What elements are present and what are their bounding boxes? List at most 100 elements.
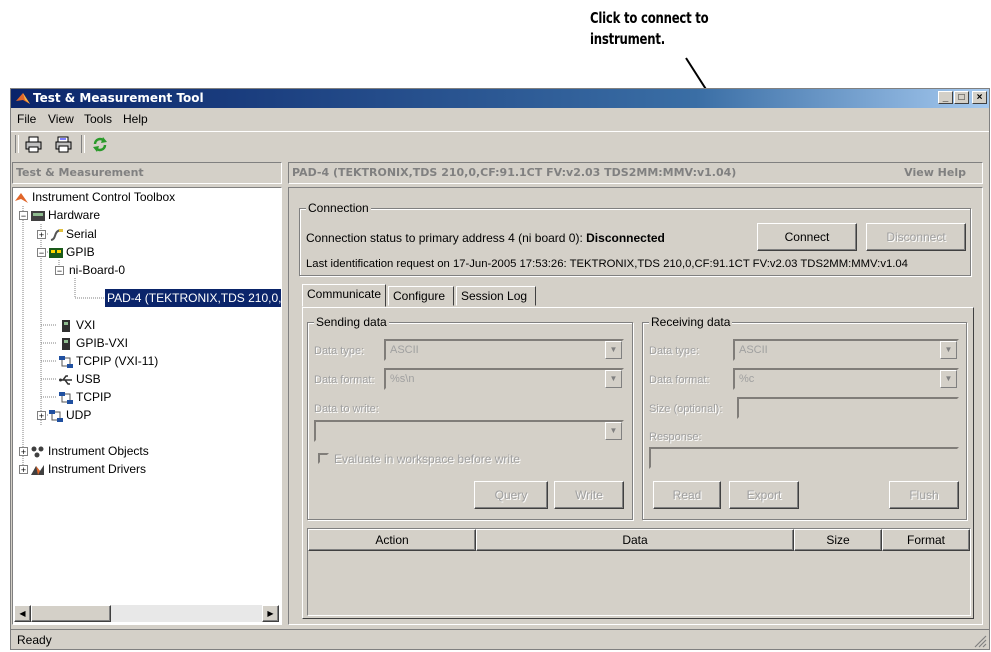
- tree-item-ni-board-0[interactable]: ni-Board-0: [69, 261, 125, 279]
- tree-item-gpib[interactable]: GPIB: [49, 243, 95, 261]
- view-help-link[interactable]: View Help: [904, 163, 966, 183]
- title-bar[interactable]: Test & Measurement Tool _ □ ×: [11, 89, 989, 108]
- tree-label: ni-Board-0: [69, 263, 126, 277]
- connect-button[interactable]: Connect: [757, 223, 857, 251]
- evaluate-checkbox-label: Evaluate in workspace before write: [334, 452, 521, 466]
- data-to-write-label: Data to write:: [314, 403, 379, 415]
- tree-item-usb[interactable]: USB: [59, 370, 101, 388]
- evaluate-checkbox[interactable]: [318, 453, 329, 464]
- export-button[interactable]: Export: [729, 481, 799, 509]
- sending-data-title: Sending data: [314, 315, 389, 329]
- resize-grip-icon[interactable]: [974, 635, 987, 648]
- query-button[interactable]: Query: [474, 481, 548, 509]
- scroll-left-button[interactable]: ◀: [14, 605, 31, 622]
- receiving-data-group: Receiving data Data type: ASCII ▼ Data fo…: [642, 315, 967, 520]
- print-preview-icon[interactable]: [55, 136, 73, 153]
- receiving-data-title: Receiving data: [649, 315, 733, 329]
- drivers-icon: [31, 464, 44, 475]
- left-pane-header: Test & Measurement: [12, 162, 282, 184]
- tree-item-vxi[interactable]: VXI: [59, 316, 95, 334]
- right-pane: Connection Connection status to primary …: [288, 187, 983, 625]
- expand-objects-toggle[interactable]: +: [19, 447, 28, 457]
- expand-serial-toggle[interactable]: +: [37, 230, 46, 240]
- gpib-vxi-chassis-icon: [62, 337, 70, 350]
- toolbar-grip: [15, 135, 19, 153]
- scrollbar-thumb[interactable]: [31, 605, 111, 622]
- flush-button[interactable]: Flush: [889, 481, 959, 509]
- matlab-logo-icon: [15, 192, 28, 203]
- hardware-icon: [31, 210, 45, 221]
- tree-label: USB: [76, 372, 101, 386]
- tree-horizontal-scrollbar[interactable]: ◀ ▶: [14, 605, 279, 622]
- expand-drivers-toggle[interactable]: +: [19, 465, 28, 475]
- chevron-down-icon: ▼: [605, 341, 622, 359]
- menu-view[interactable]: View: [48, 112, 74, 126]
- network-icon: [49, 409, 63, 422]
- tree-label: TCPIP (VXI-11): [76, 354, 159, 368]
- send-data-type-label: Data type:: [314, 345, 365, 357]
- menu-file[interactable]: File: [17, 112, 36, 126]
- close-button[interactable]: ×: [972, 91, 987, 104]
- column-header-size[interactable]: Size: [794, 529, 882, 551]
- write-button[interactable]: Write: [554, 481, 624, 509]
- tab-configure[interactable]: Configure: [388, 286, 454, 306]
- recv-data-type-value: ASCII: [739, 344, 768, 356]
- tree-item-serial[interactable]: Serial: [49, 225, 97, 243]
- toolbar: [11, 131, 989, 158]
- column-header-format[interactable]: Format: [882, 529, 970, 551]
- minimize-button[interactable]: _: [938, 91, 953, 104]
- send-data-format-select[interactable]: %s\n ▼: [384, 368, 624, 390]
- tab-session-log[interactable]: Session Log: [456, 286, 536, 306]
- print-icon[interactable]: [25, 136, 43, 153]
- tree-label: TCPIP: [76, 390, 112, 404]
- maximize-button[interactable]: □: [954, 91, 969, 104]
- collapse-hardware-toggle[interactable]: −: [19, 211, 28, 221]
- tree-item-hardware[interactable]: Hardware: [31, 206, 100, 224]
- tree-item-instrument-drivers[interactable]: Instrument Drivers: [31, 460, 146, 478]
- right-pane-title: PAD-4 (TEKTRONIX,TDS 210,0,CF:91.1CT FV:…: [292, 166, 737, 179]
- tree-label: Instrument Objects: [48, 444, 149, 458]
- tree-label: VXI: [76, 318, 96, 332]
- chevron-down-icon: ▼: [940, 341, 957, 359]
- tree-item-toolbox[interactable]: Instrument Control Toolbox: [15, 188, 175, 206]
- menu-help[interactable]: Help: [123, 112, 148, 126]
- tree-label: Hardware: [48, 208, 101, 222]
- send-data-format-value: %s\n: [390, 373, 415, 385]
- tree-item-tcpip-vxi11[interactable]: TCPIP (VXI-11): [59, 352, 158, 370]
- objects-icon: [31, 446, 44, 458]
- instrument-tree[interactable]: Instrument Control Toolbox − Hardware + …: [12, 187, 282, 625]
- menu-tools[interactable]: Tools: [84, 112, 112, 126]
- response-label: Response:: [649, 431, 702, 443]
- usb-icon: [59, 375, 72, 385]
- column-header-action[interactable]: Action: [308, 529, 476, 551]
- collapse-gpib-toggle[interactable]: −: [37, 248, 46, 258]
- tree-item-pad-4-selected[interactable]: PAD-4 (TEKTRONIX,TDS 210,0,: [105, 289, 281, 307]
- data-to-write-select[interactable]: ▼: [314, 420, 624, 442]
- sending-data-group: Sending data Data type: ASCII ▼ Data form…: [307, 315, 633, 520]
- size-optional-input[interactable]: [737, 397, 959, 419]
- tree-item-tcpip[interactable]: TCPIP: [59, 388, 111, 406]
- status-bar: Ready: [11, 629, 989, 650]
- expand-udp-toggle[interactable]: +: [37, 411, 46, 421]
- disconnect-button[interactable]: Disconnect: [866, 223, 966, 251]
- read-button[interactable]: Read: [653, 481, 721, 509]
- network-icon: [59, 391, 73, 404]
- response-field[interactable]: [649, 447, 959, 469]
- refresh-icon[interactable]: [91, 136, 109, 153]
- tree-item-gpib-vxi[interactable]: GPIB-VXI: [59, 334, 128, 352]
- recv-data-format-select[interactable]: %c ▼: [733, 368, 959, 390]
- tree-item-udp[interactable]: UDP: [49, 406, 91, 424]
- send-data-format-label: Data format:: [314, 374, 375, 386]
- column-header-data[interactable]: Data: [476, 529, 794, 551]
- scroll-right-button[interactable]: ▶: [262, 605, 279, 622]
- recv-data-type-select[interactable]: ASCII ▼: [733, 339, 959, 361]
- status-text: Ready: [17, 633, 52, 647]
- matlab-logo-icon: [16, 93, 30, 104]
- collapse-board-toggle[interactable]: −: [55, 266, 64, 276]
- tree-item-instrument-objects[interactable]: Instrument Objects: [31, 442, 149, 460]
- session-table[interactable]: Action Data Size Format: [307, 528, 971, 616]
- tab-communicate[interactable]: Communicate: [302, 284, 386, 307]
- send-data-type-select[interactable]: ASCII ▼: [384, 339, 624, 361]
- network-icon: [59, 355, 73, 368]
- serial-cable-icon: [50, 228, 63, 241]
